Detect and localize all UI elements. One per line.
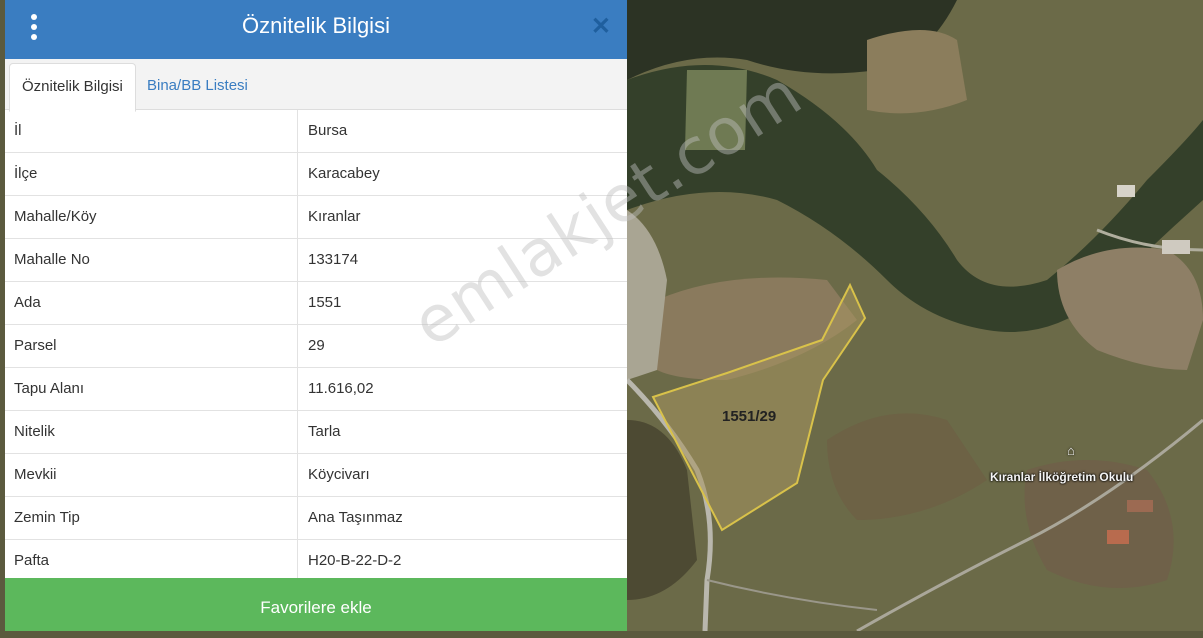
panel-title: Öznitelik Bilgisi: [242, 13, 390, 38]
table-row: Parsel 29: [5, 325, 627, 368]
table-row: Zemin Tip Ana Taşınmaz: [5, 497, 627, 540]
column-divider: [297, 454, 298, 496]
column-divider: [297, 497, 298, 539]
table-row: Nitelik Tarla: [5, 411, 627, 454]
table-row: Mahalle No 133174: [5, 239, 627, 282]
map-imagery: [627, 0, 1203, 631]
panel-header: Öznitelik Bilgisi ✕: [5, 0, 627, 59]
attribute-value: Tarla: [308, 423, 341, 440]
attribute-key: Ada: [14, 294, 41, 311]
attribute-value: 11.616,02: [308, 380, 374, 397]
attribute-value: Karacabey: [308, 165, 380, 182]
attribute-table: İl Bursa İlçe Karacabey Mahalle/Köy Kıranlar M…: [5, 110, 627, 583]
attribute-value: 133174: [308, 251, 359, 268]
tab-attribute-info[interactable]: Öznitelik Bilgisi: [9, 63, 136, 112]
attribute-key: Zemin Tip: [14, 509, 80, 526]
table-row: İlçe Karacabey: [5, 153, 627, 196]
table-row: Pafta H20-B-22-D-2: [5, 540, 627, 583]
attribute-key: Pafta: [14, 552, 50, 569]
column-divider: [297, 282, 298, 324]
table-row: Tapu Alanı 11.616,02: [5, 368, 627, 411]
attribute-key: Parsel: [14, 337, 57, 354]
attribute-value: H20-B-22-D-2: [308, 552, 402, 569]
attribute-key: Nitelik: [14, 423, 55, 440]
column-divider: [297, 368, 298, 410]
table-row: Mevkii Köycivarı: [5, 454, 627, 497]
close-icon[interactable]: ✕: [591, 14, 611, 40]
tab-building-list[interactable]: Bina/BB Listesi: [135, 63, 260, 109]
column-divider: [297, 196, 298, 238]
satellite-map[interactable]: [627, 0, 1203, 631]
table-row: İl Bursa: [5, 110, 627, 153]
attribute-value: Köycivarı: [308, 466, 370, 483]
column-divider: [297, 540, 298, 582]
column-divider: [297, 325, 298, 367]
attribute-key: İl: [14, 122, 22, 139]
attribute-key: Mevkii: [14, 466, 57, 483]
attribute-panel: Öznitelik Bilgisi ✕ Öznitelik Bilgisi Bi…: [5, 0, 627, 631]
attribute-value: 29: [308, 337, 325, 354]
attribute-value: Bursa: [308, 122, 348, 139]
table-row: Mahalle/Köy Kıranlar: [5, 196, 627, 239]
column-divider: [297, 153, 298, 195]
table-row: Ada 1551: [5, 282, 627, 325]
add-to-favorites-button[interactable]: Favorilere ekle: [5, 578, 627, 631]
attribute-key: İlçe: [14, 165, 38, 182]
attribute-key: Tapu Alanı: [14, 380, 85, 397]
attribute-key: Mahalle No: [14, 251, 90, 268]
school-label: Kıranlar İlköğretim Okulu: [990, 470, 1134, 484]
column-divider: [297, 239, 298, 281]
tab-bar: Öznitelik Bilgisi Bina/BB Listesi: [5, 59, 627, 112]
attribute-key: Mahalle/Köy: [14, 208, 97, 225]
column-divider: [297, 110, 298, 152]
column-divider: [297, 411, 298, 453]
school-icon: ⌂: [1067, 443, 1075, 458]
attribute-value: Kıranlar: [308, 208, 361, 225]
attribute-value: Ana Taşınmaz: [308, 509, 403, 526]
attribute-value: 1551: [308, 294, 342, 311]
parcel-label: 1551/29: [722, 408, 777, 425]
